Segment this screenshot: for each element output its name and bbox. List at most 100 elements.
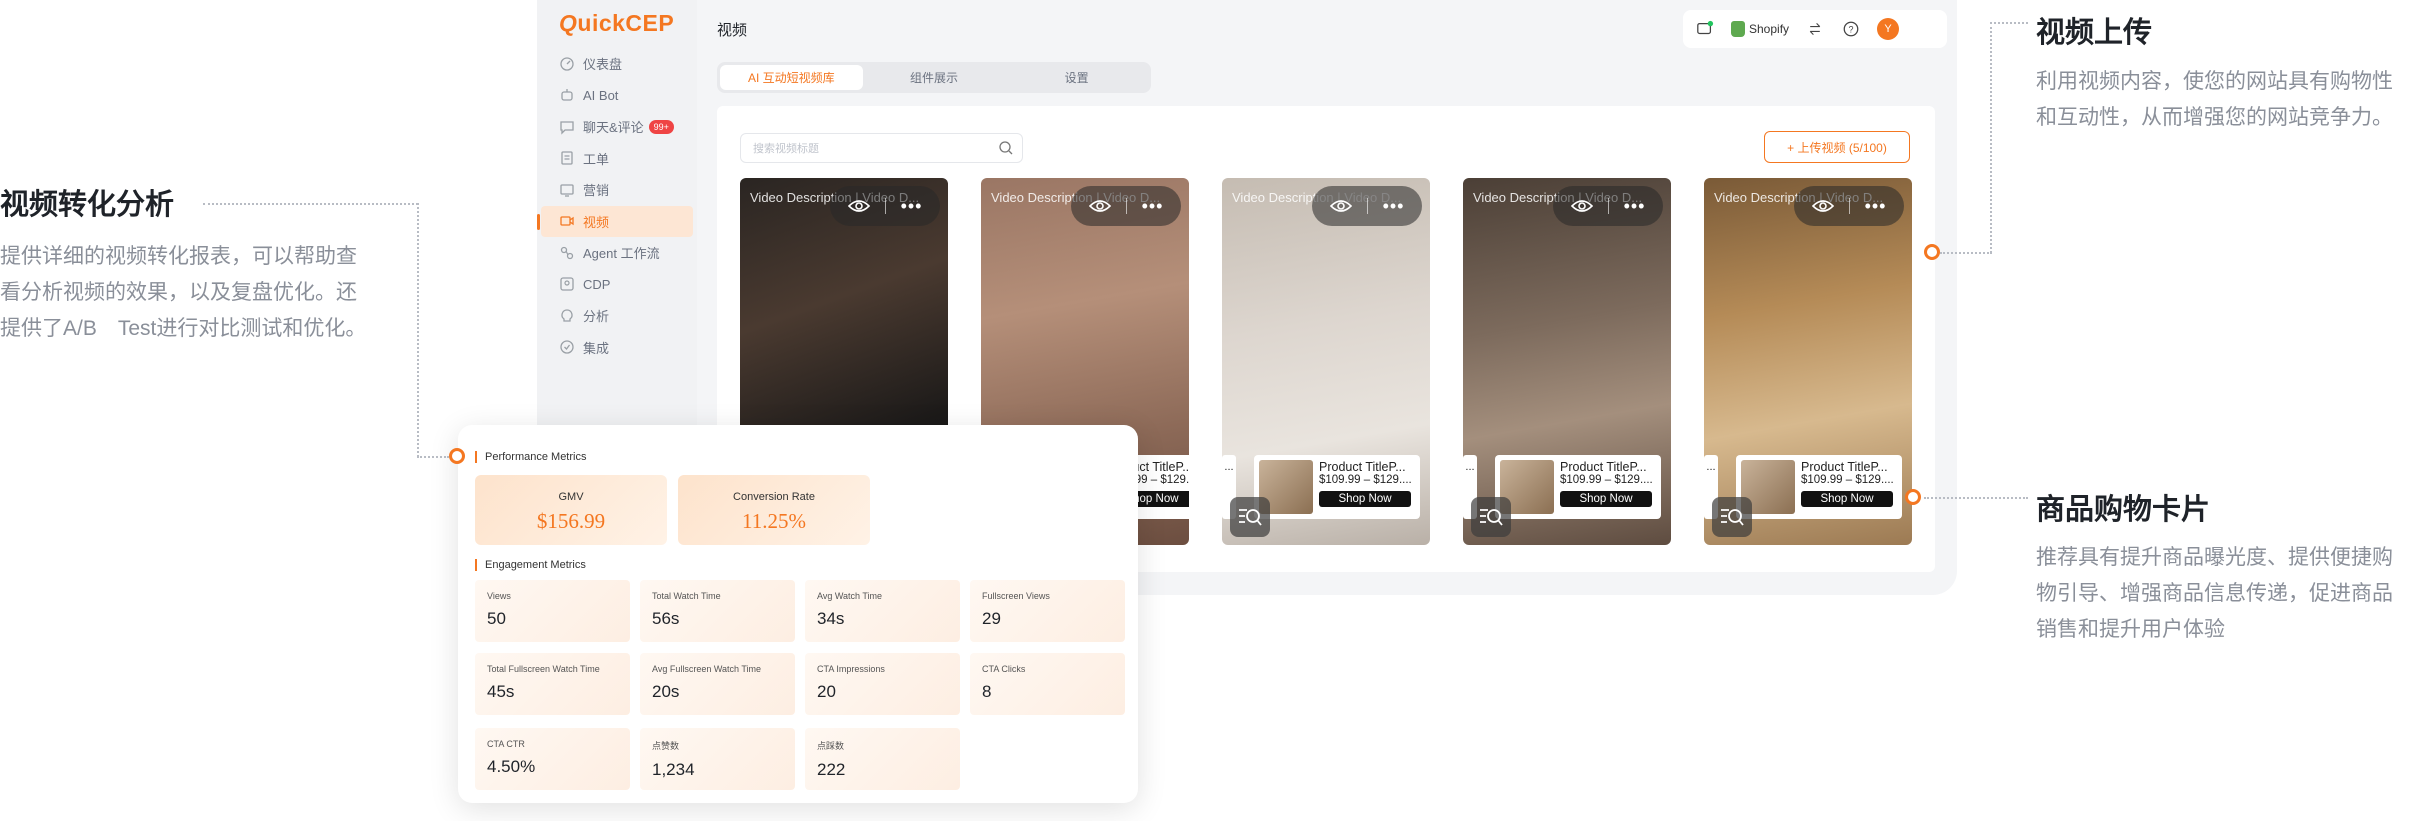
video-tools: ••• bbox=[1553, 186, 1663, 226]
eye-icon[interactable] bbox=[847, 198, 870, 214]
video-tools: ••• bbox=[1071, 186, 1181, 226]
connector-line bbox=[1924, 497, 2028, 499]
more-icon[interactable]: ••• bbox=[1383, 197, 1405, 215]
connector-line bbox=[417, 456, 449, 458]
sidebar-item-analytics[interactable]: 分析 bbox=[537, 300, 697, 332]
video-card[interactable]: Video Description | Video D... ••• ... P… bbox=[1463, 178, 1671, 545]
more-icon[interactable]: ••• bbox=[1624, 197, 1646, 215]
eye-icon[interactable] bbox=[1329, 198, 1352, 214]
more-icon[interactable]: ••• bbox=[901, 197, 923, 215]
product-scan-button[interactable] bbox=[1712, 497, 1752, 537]
connector-line bbox=[1990, 22, 1992, 253]
video-tools: ••• bbox=[1312, 186, 1422, 226]
eye-icon[interactable] bbox=[1088, 198, 1111, 214]
metric-views: Views 50 bbox=[475, 580, 630, 642]
more-icon[interactable]: ••• bbox=[1865, 197, 1887, 215]
search-icon bbox=[999, 141, 1013, 155]
dashboard-icon bbox=[559, 56, 575, 72]
annotation-conversion-text: 提供详细的视频转化报表，可以帮助查看分析视频的效果，以及复盘优化。还提供了A/B… bbox=[0, 245, 367, 340]
video-card[interactable]: Video Description | Video D... ••• ... P… bbox=[1704, 178, 1912, 545]
message-icon[interactable] bbox=[1695, 19, 1715, 39]
video-tabs: AI 互动短视频库 组件展示 设置 bbox=[717, 62, 1151, 93]
unread-badge: 99+ bbox=[648, 119, 674, 134]
cdp-icon bbox=[559, 276, 575, 292]
connector-line bbox=[1940, 252, 1992, 254]
annotation-card-title: 商品购物卡片 bbox=[2036, 494, 2211, 526]
sidebar-item-video[interactable]: 视频 bbox=[537, 205, 693, 237]
annotation-marker bbox=[1905, 489, 1921, 505]
workflow-icon bbox=[559, 245, 575, 261]
metric-fullscreen-views: Fullscreen Views 29 bbox=[970, 580, 1125, 642]
conversion-rate-value: 11.25% bbox=[742, 509, 806, 533]
tab-widget-display[interactable]: 组件展示 bbox=[863, 65, 1006, 90]
search-input[interactable]: 搜索视频标题 bbox=[740, 133, 1023, 163]
shop-now-button[interactable]: Shop Now bbox=[1801, 491, 1893, 507]
engagement-metrics-title: Engagement Metrics bbox=[475, 559, 586, 571]
video-tools: ••• bbox=[1794, 186, 1904, 226]
user-avatar[interactable]: Y bbox=[1877, 18, 1900, 40]
tab-settings[interactable]: 设置 bbox=[1005, 65, 1148, 90]
quickcep-logo[interactable]: QuickCEP bbox=[559, 10, 674, 37]
annotation-marker bbox=[1924, 244, 1940, 260]
product-price: $109.99 – $129.... bbox=[1560, 474, 1653, 486]
eye-icon[interactable] bbox=[1811, 198, 1834, 214]
metric-cta-impressions: CTA Impressions 20 bbox=[805, 653, 960, 715]
metric-avg-watch-time: Avg Watch Time 34s bbox=[805, 580, 960, 642]
sidebar-item-agent-workflow[interactable]: Agent 工作流 bbox=[537, 237, 697, 269]
product-card[interactable]: Product TitleP... $109.99 – $129.... Sho… bbox=[1736, 455, 1902, 519]
shopify-store[interactable]: Shopify bbox=[1731, 21, 1789, 37]
integration-icon bbox=[559, 339, 575, 355]
upload-video-button[interactable]: + 上传视频 (5/100) bbox=[1764, 131, 1910, 163]
top-toolbar: Shopify ? Y bbox=[1683, 10, 1947, 48]
annotation-upload-text: 利用视频内容，使您的网站具有购物性和互动性，从而增强您的网站竞争力。 bbox=[2036, 70, 2393, 129]
gmv-metric: GMV $156.99 bbox=[475, 475, 667, 545]
help-icon[interactable]: ? bbox=[1841, 19, 1861, 39]
shopify-icon bbox=[1731, 21, 1745, 37]
tab-video-library[interactable]: AI 互动短视频库 bbox=[720, 65, 863, 90]
product-card[interactable]: Product TitleP... $109.99 – $129.... Sho… bbox=[1495, 455, 1661, 519]
scan-search-icon bbox=[1239, 509, 1262, 526]
performance-metrics-title: Performance Metrics bbox=[475, 451, 586, 463]
video-icon bbox=[559, 213, 575, 229]
sidebar-item-dashboard[interactable]: 仪表盘 bbox=[537, 48, 697, 80]
conversion-rate-metric: Conversion Rate 11.25% bbox=[678, 475, 870, 545]
switch-icon[interactable] bbox=[1805, 19, 1825, 39]
sidebar-item-integration[interactable]: 集成 bbox=[537, 332, 697, 364]
chat-icon bbox=[559, 119, 575, 135]
bot-icon bbox=[559, 87, 575, 103]
video-card[interactable]: Video Description | Video D... ••• ... P… bbox=[1222, 178, 1430, 545]
page-title: 视频 bbox=[717, 22, 748, 39]
more-icon[interactable]: ••• bbox=[1142, 197, 1164, 215]
product-scan-button[interactable] bbox=[1471, 497, 1511, 537]
sidebar-item-ai-bot[interactable]: AI Bot bbox=[537, 80, 697, 112]
annotation-card-text: 推荐具有提升商品曝光度、提供便捷购物引导、增强商品信息传递，促进商品销售和提升用… bbox=[2036, 546, 2393, 641]
svg-text:?: ? bbox=[1849, 25, 1854, 35]
product-scan-button[interactable] bbox=[1230, 497, 1270, 537]
marketing-icon bbox=[559, 182, 575, 198]
metric-total-watch-time: Total Watch Time 56s bbox=[640, 580, 795, 642]
sidebar-item-ticket[interactable]: 工单 bbox=[537, 143, 697, 175]
connector-line bbox=[417, 203, 419, 457]
video-tools: ••• bbox=[830, 186, 940, 226]
analytics-icon bbox=[559, 308, 575, 324]
sidebar-item-cdp[interactable]: CDP bbox=[537, 269, 697, 301]
gmv-value: $156.99 bbox=[536, 509, 606, 533]
metric-total-fullscreen-watch-time: Total Fullscreen Watch Time 45s bbox=[475, 653, 630, 715]
connector-line bbox=[203, 203, 418, 205]
annotation-marker bbox=[449, 448, 465, 464]
eye-icon[interactable] bbox=[1570, 198, 1593, 214]
scan-search-icon bbox=[1721, 509, 1744, 526]
sidebar-nav: 仪表盘 AI Bot 聊天&评论 99+ 工单 营销 视频 Agent 工作流 … bbox=[537, 48, 697, 363]
metric-likes: 点赞数 1,234 bbox=[640, 728, 795, 790]
shop-now-button[interactable]: Shop Now bbox=[1319, 491, 1411, 507]
product-price: $109.99 – $129.... bbox=[1319, 474, 1412, 486]
product-name: Product TitleP... bbox=[1319, 460, 1406, 474]
sidebar-item-chat[interactable]: 聊天&评论 99+ bbox=[537, 111, 697, 143]
connector-line bbox=[1990, 22, 2028, 24]
product-price: $109.99 – $129.... bbox=[1801, 474, 1894, 486]
product-card[interactable]: Product TitleP... $109.99 – $129.... Sho… bbox=[1254, 455, 1420, 519]
shop-now-button[interactable]: Shop Now bbox=[1560, 491, 1652, 507]
sidebar-item-marketing[interactable]: 营销 bbox=[537, 174, 697, 206]
annotation-conversion-title: 视频转化分析 bbox=[0, 189, 175, 221]
metric-cta-clicks: CTA Clicks 8 bbox=[970, 653, 1125, 715]
